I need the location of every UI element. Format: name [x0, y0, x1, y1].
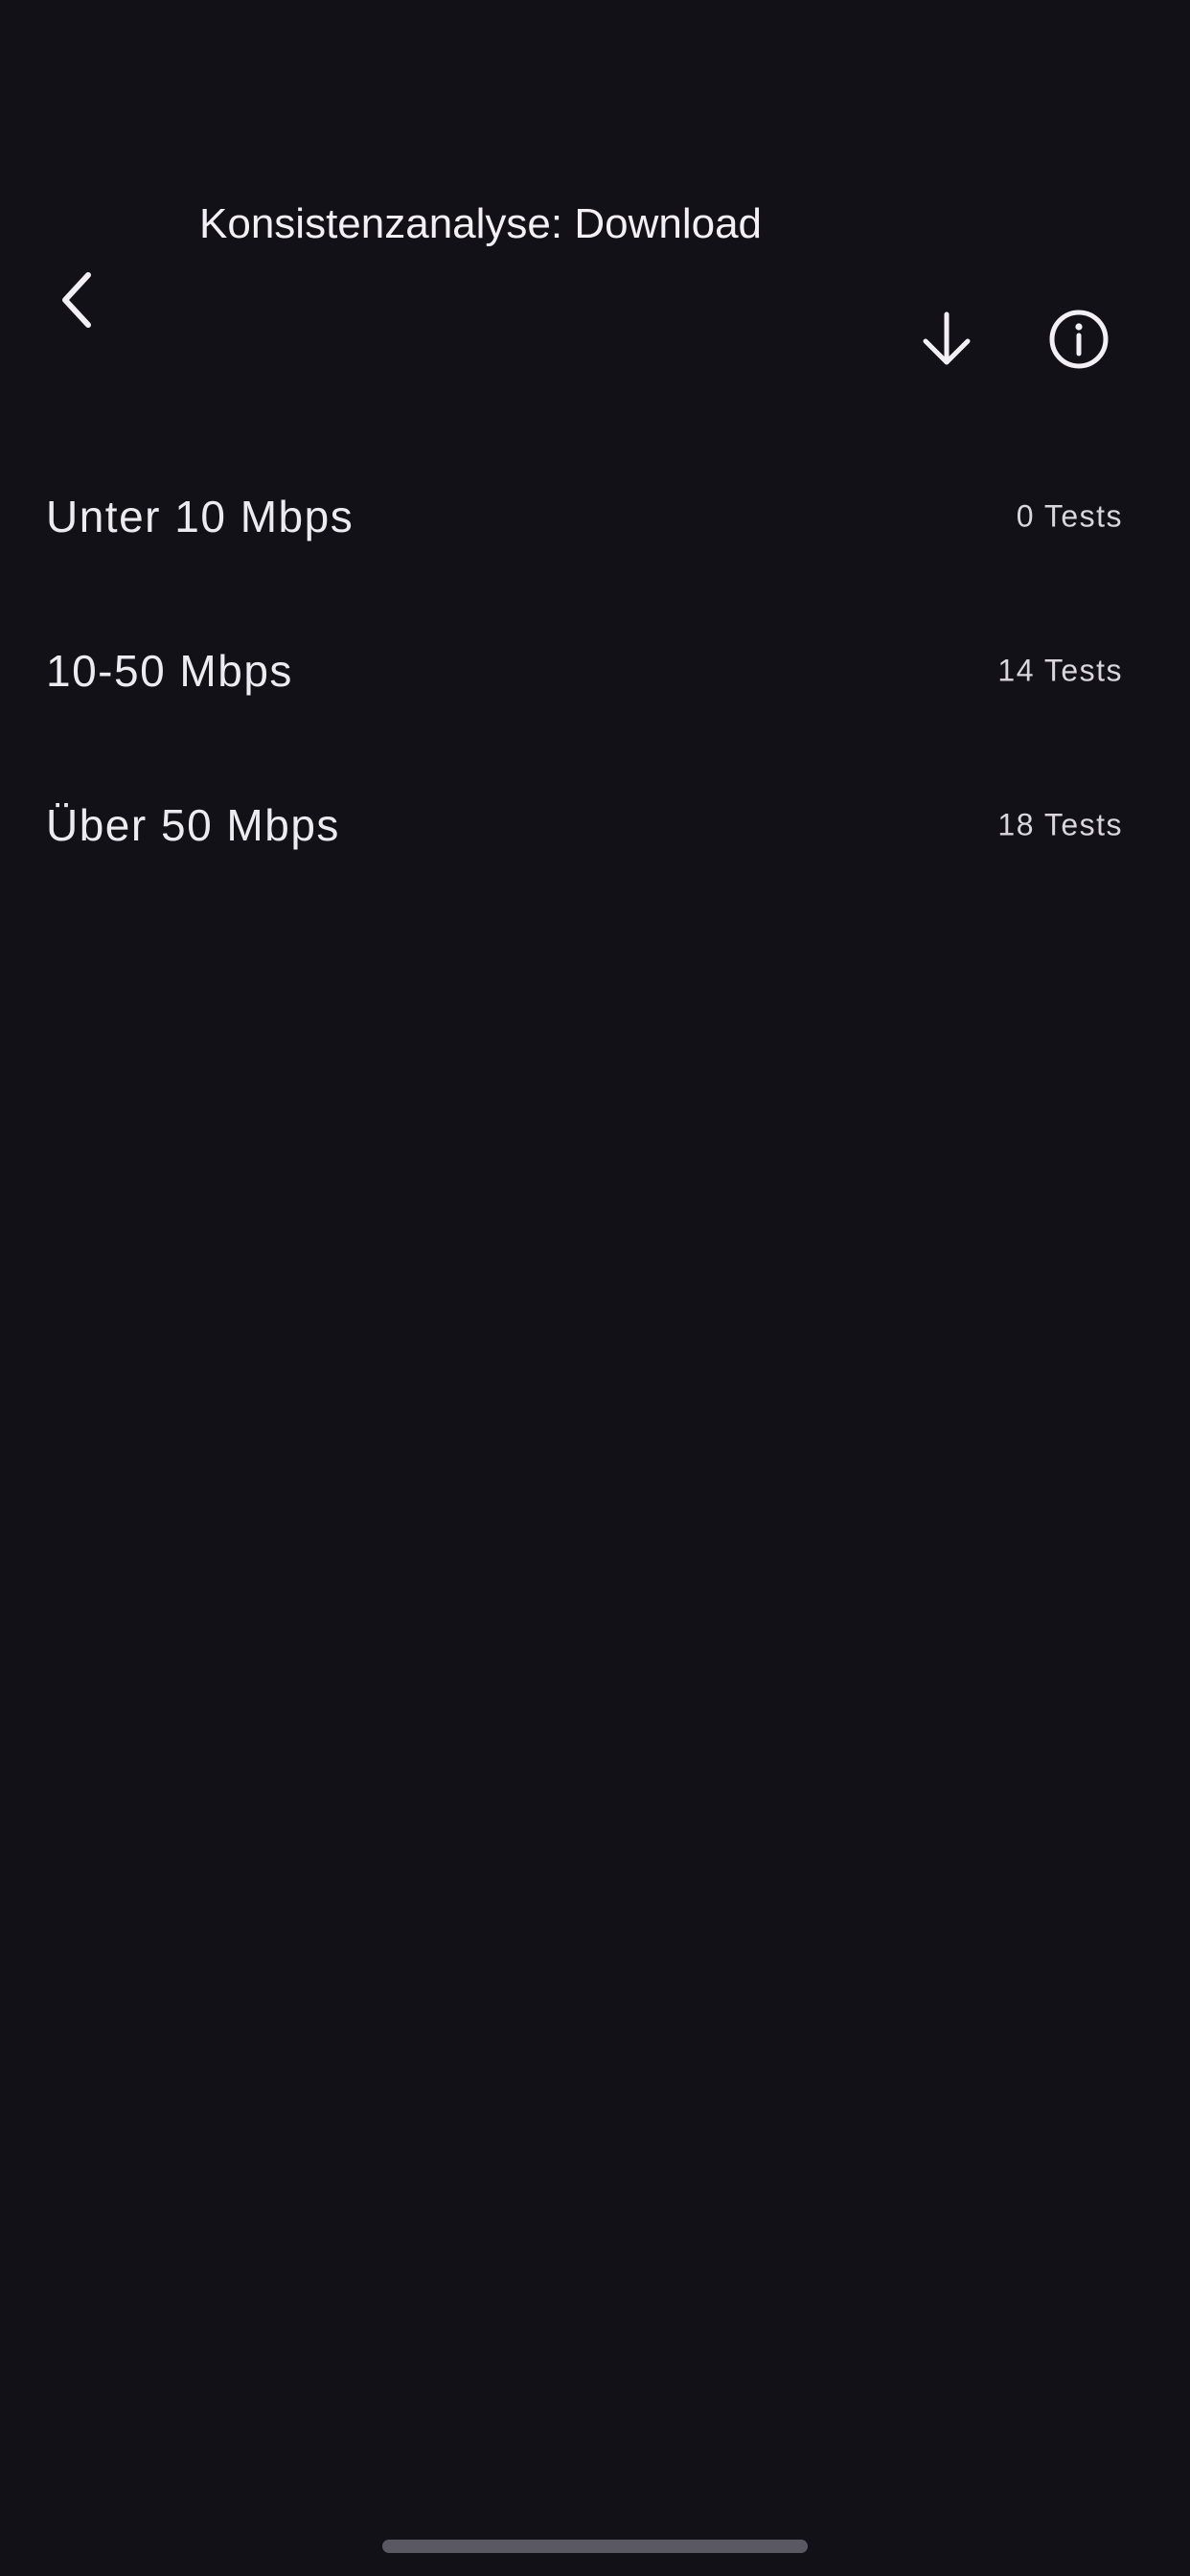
home-indicator[interactable]: [382, 2540, 808, 2553]
list-item-10-50[interactable]: 10-50 Mbps 14 Tests: [0, 593, 1190, 748]
list-item-count: 14 Tests: [997, 653, 1123, 687]
chevron-left-icon: [57, 269, 96, 331]
screen: Konsistenzanalyse: Download Unter 10 Mbp…: [0, 0, 1190, 2576]
back-button[interactable]: [42, 257, 111, 343]
info-circle-icon: [1047, 308, 1110, 371]
download-button[interactable]: [901, 293, 993, 385]
speed-range-list: Unter 10 Mbps 0 Tests 10-50 Mbps 14 Test…: [0, 439, 1190, 902]
list-item-count: 0 Tests: [1016, 498, 1123, 533]
list-item-label: 10-50 Mbps: [46, 645, 293, 696]
list-item-label: Unter 10 Mbps: [46, 491, 355, 541]
arrow-down-icon: [918, 309, 975, 370]
list-item-over-50[interactable]: Über 50 Mbps 18 Tests: [0, 748, 1190, 902]
header: Konsistenzanalyse: Download: [0, 0, 1190, 402]
page-title: Konsistenzanalyse: Download: [199, 200, 763, 247]
info-button[interactable]: [1033, 293, 1125, 385]
list-item-under-10[interactable]: Unter 10 Mbps 0 Tests: [0, 439, 1190, 593]
list-item-count: 18 Tests: [997, 807, 1123, 841]
list-item-label: Über 50 Mbps: [46, 799, 340, 850]
